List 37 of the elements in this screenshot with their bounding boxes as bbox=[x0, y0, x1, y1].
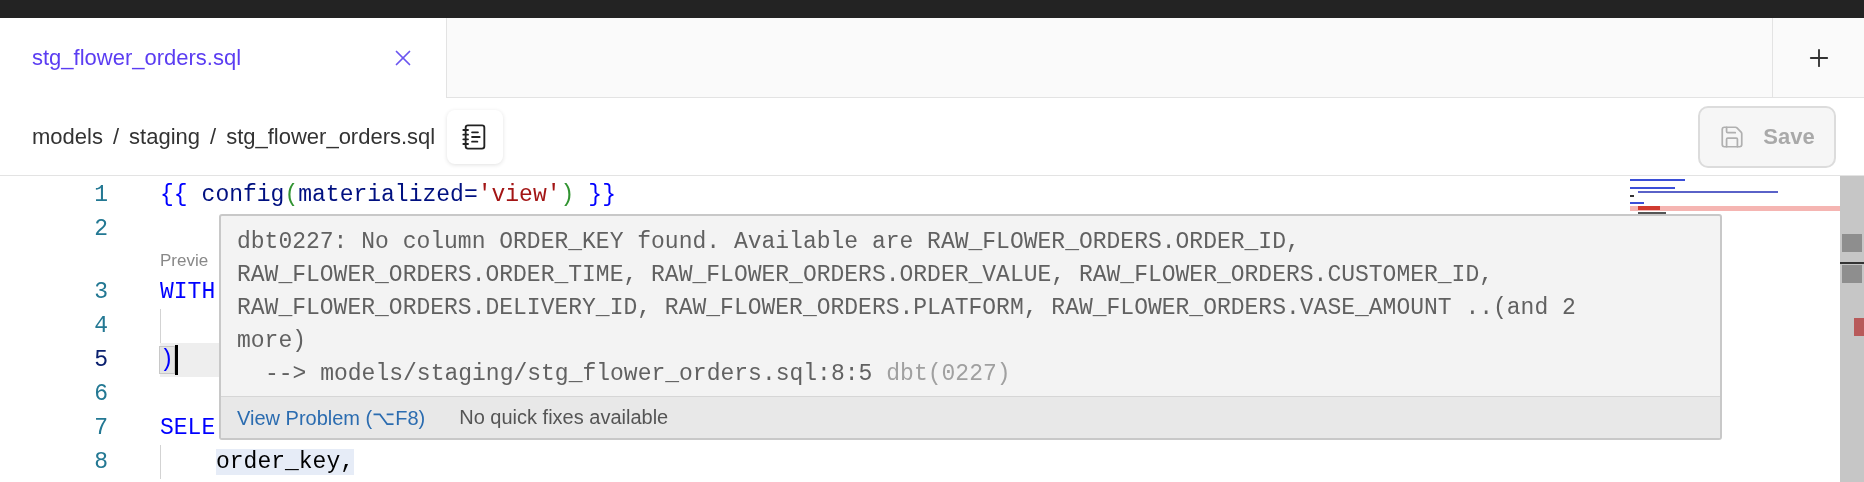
breadcrumb-item[interactable]: models bbox=[32, 123, 103, 150]
codelens-link[interactable]: Previe bbox=[160, 250, 209, 271]
breadcrumb-item[interactable]: stg_flower_orders.sql bbox=[226, 123, 436, 150]
file-tab[interactable]: stg_flower_orders.sql bbox=[0, 18, 447, 98]
line-number: 2 bbox=[93, 216, 108, 242]
breadcrumb-separator: / bbox=[112, 123, 120, 150]
breadcrumb-separator: / bbox=[210, 123, 217, 150]
breadcrumb-item[interactable]: staging bbox=[129, 123, 200, 150]
quick-fix-note: No quick fixes available bbox=[459, 406, 669, 429]
line-number: 5 bbox=[93, 347, 108, 373]
line-number: 4 bbox=[93, 313, 108, 339]
code-token: {{ bbox=[160, 182, 188, 208]
notebook-button[interactable] bbox=[447, 109, 504, 164]
code-token: config bbox=[201, 182, 285, 208]
error-message-line: RAW_FLOWER_ORDERS.DELIVERY_ID, RAW_FLOWER_ORDERS.PLATFORM, RAW_FLOWER_ORDERS.VASE_AMOUNT ..(and 2 bbox=[237, 294, 1577, 323]
code-token: }} bbox=[588, 182, 616, 208]
scrollbar[interactable] bbox=[1840, 176, 1864, 482]
text-cursor bbox=[174, 345, 178, 375]
code-token: WITH bbox=[160, 279, 216, 305]
view-problem-link[interactable]: View Problem (⌥F8) bbox=[237, 405, 426, 430]
error-message-line: RAW_FLOWER_ORDERS.ORDER_TIME, RAW_FLOWER_ORDERS.ORDER_VALUE, RAW_FLOWER_ORDERS.CUSTOMER_ID, bbox=[237, 261, 1494, 290]
error-code: dbt(0227) bbox=[886, 360, 1011, 389]
line-number: 3 bbox=[93, 279, 108, 305]
code-token: ) bbox=[560, 182, 575, 208]
error-message-line: dbt0227: No column ORDER_KEY found. Available are RAW_FLOWER_ORDERS.ORDER_ID, bbox=[237, 228, 1301, 257]
error-location: --> models/staging/stg_flower_orders.sql:8:5 bbox=[265, 360, 873, 389]
code-token: order_key, bbox=[216, 449, 355, 475]
error-message-line: more) bbox=[237, 327, 307, 356]
line-number: 6 bbox=[93, 381, 108, 407]
line-number: 7 bbox=[93, 415, 108, 441]
code-token: materialized= bbox=[298, 182, 478, 208]
code-token: SELE bbox=[160, 415, 216, 441]
code-token: ) bbox=[160, 347, 174, 373]
line-number: 8 bbox=[93, 449, 108, 475]
line-number: 1 bbox=[93, 182, 108, 208]
code-token: ( bbox=[284, 182, 299, 208]
code-token: 'view' bbox=[477, 182, 561, 208]
